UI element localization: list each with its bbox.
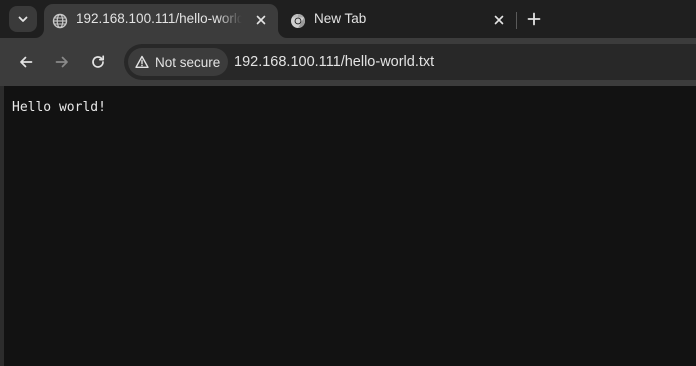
chevron-down-icon [18,16,28,22]
tab-strip: 192.168.100.111/hello-world.txt New Tab [0,0,696,38]
security-label: Not secure [155,54,221,70]
tab-title: 192.168.100.111/hello-world.txt [76,11,242,26]
address-bar[interactable]: Not secure 192.168.100.111/hello-world.t… [124,44,696,80]
page-viewport: Hello world! [4,86,696,366]
reload-button[interactable] [85,49,111,75]
tab-close-button[interactable] [490,11,508,29]
back-button[interactable] [13,49,39,75]
globe-icon [52,13,68,29]
plus-icon [527,12,541,26]
chrome-icon [291,14,305,28]
tab-search-button[interactable] [9,6,37,32]
url-text[interactable]: 192.168.100.111/hello-world.txt [234,44,434,80]
arrow-left-icon [20,56,33,68]
warning-icon [135,55,149,68]
toolbar: Not secure 192.168.100.111/hello-world.t… [0,38,696,86]
reload-icon [92,55,105,68]
new-tab-button[interactable] [522,7,546,31]
tab-close-button[interactable] [252,11,270,29]
forward-button[interactable] [49,49,75,75]
tab-title: New Tab [314,11,367,26]
page-text-content: Hello world! [12,100,106,115]
tab-hello-world[interactable]: 192.168.100.111/hello-world.txt [44,4,278,38]
tab-divider [516,12,517,29]
security-chip[interactable]: Not secure [128,48,229,76]
tab-new-tab[interactable]: New Tab [282,4,516,38]
close-icon [256,15,266,25]
arrow-right-icon [55,56,68,68]
browser-window: 192.168.100.111/hello-world.txt New Tab [0,0,696,366]
close-icon [494,15,504,25]
